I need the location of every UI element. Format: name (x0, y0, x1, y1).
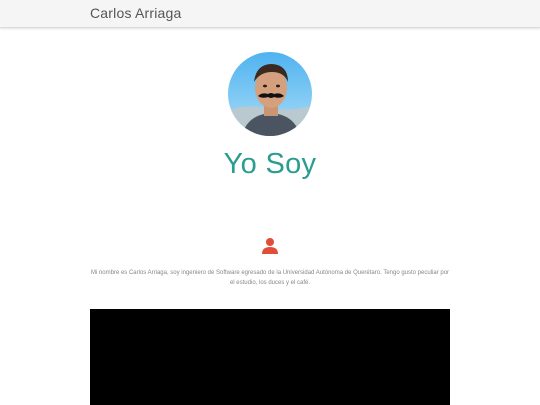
profile-avatar (228, 52, 312, 136)
site-title[interactable]: Carlos Arriaga (90, 5, 182, 21)
bio-text: Mi nombre es Carlos Arriaga, soy ingenie… (90, 270, 450, 286)
top-navbar: Carlos Arriaga (0, 0, 540, 28)
video-player[interactable] (90, 309, 450, 405)
person-icon (261, 237, 279, 255)
avatar-photo (228, 52, 312, 136)
section-heading: Yo Soy (223, 148, 317, 180)
